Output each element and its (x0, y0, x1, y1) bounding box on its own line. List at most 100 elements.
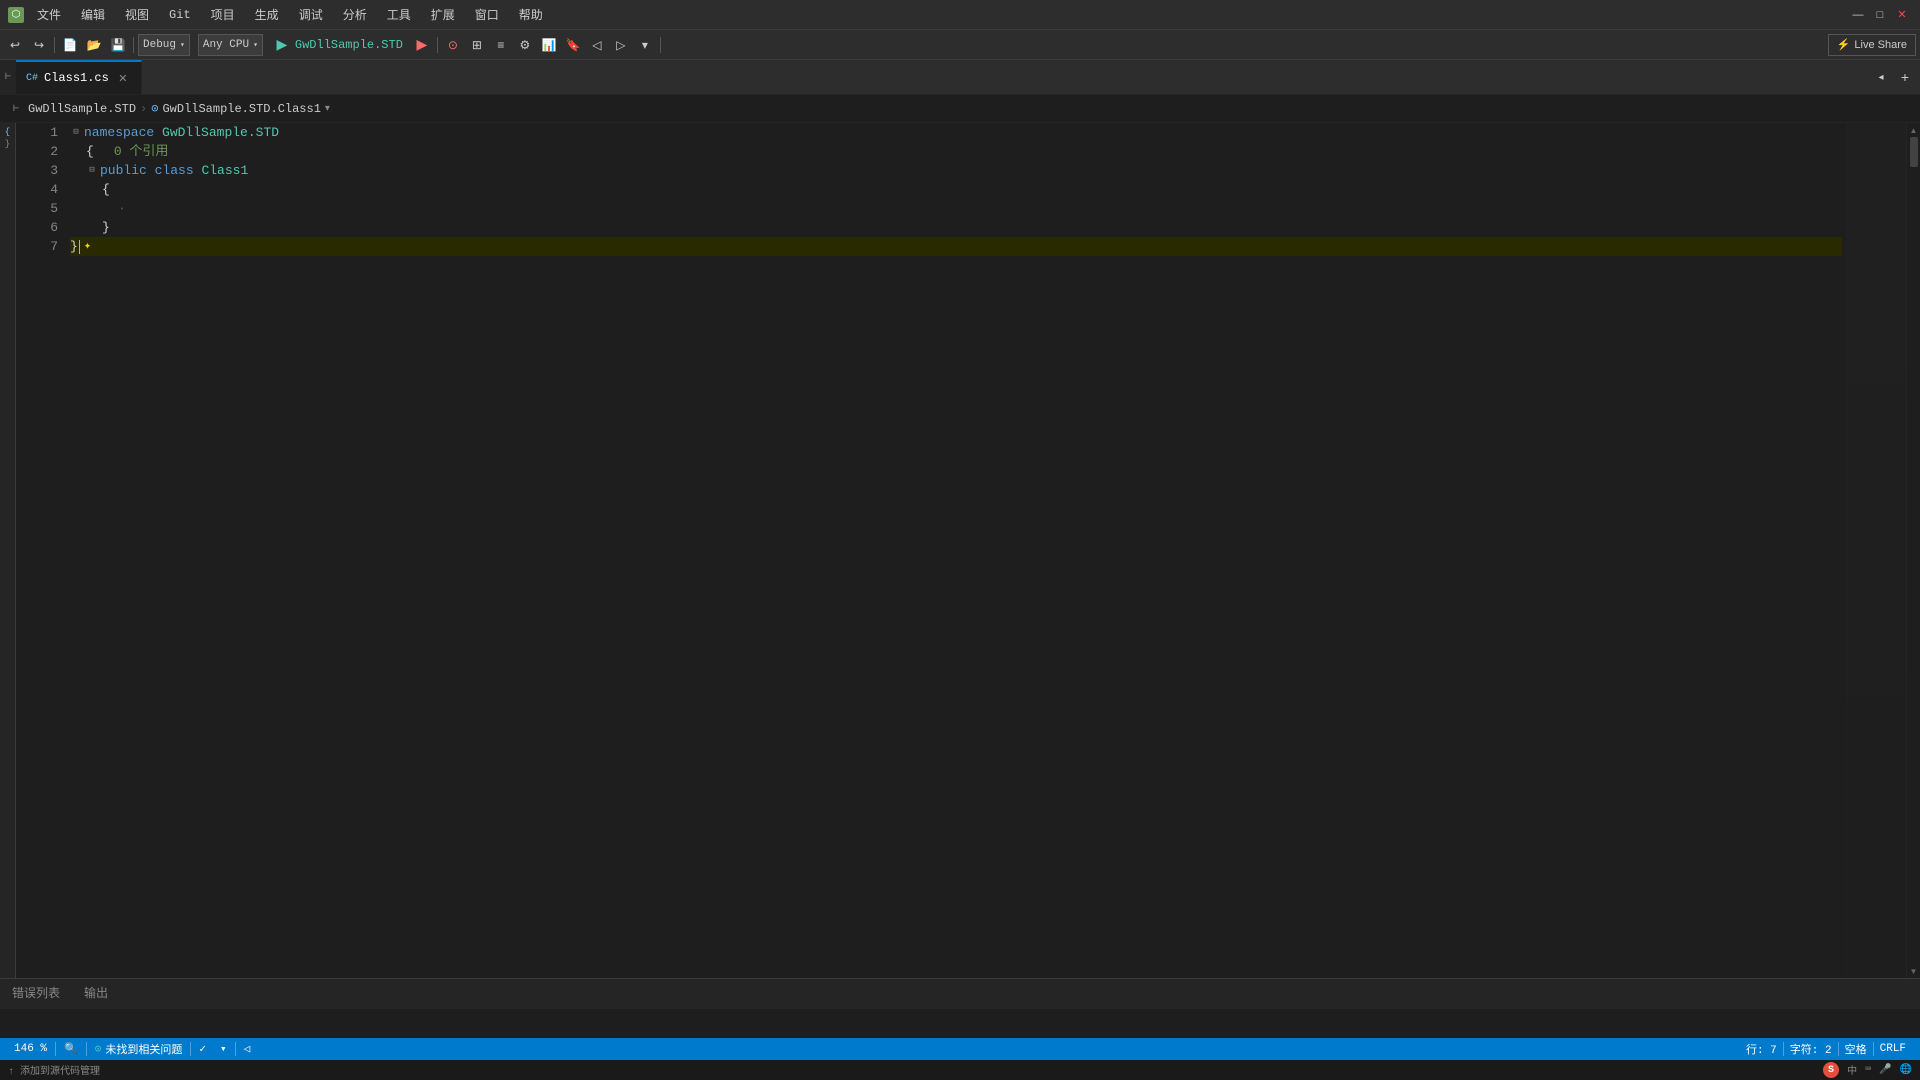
breadcrumb-project[interactable]: GwDllSample.STD (28, 102, 136, 116)
char-number-status[interactable]: 字符: 2 (1784, 1041, 1838, 1057)
cpu-config-arrow: ▾ (253, 40, 258, 50)
source-control-label[interactable]: ↑ 添加到源代码管理 (8, 1062, 100, 1078)
check-icon-btn[interactable]: ✓ (193, 1038, 212, 1060)
close-button[interactable]: ✕ (1892, 5, 1912, 25)
line-ending-status[interactable]: CRLF (1874, 1043, 1912, 1055)
menu-tools[interactable]: 工具 (380, 4, 418, 26)
bottom-panel-tabs: 错误列表 输出 (0, 978, 1920, 1008)
code-line-3: ⊟ public class Class1 (70, 161, 1842, 180)
system-tray: ↑ 添加到源代码管理 S 中 ⌨ 🎤 🌐 (0, 1060, 1920, 1080)
undo-button[interactable]: ↩ (4, 34, 26, 56)
menu-extensions[interactable]: 扩展 (424, 4, 462, 26)
line-ending-label: CRLF (1880, 1043, 1906, 1055)
zoom-icon: 🔍 (64, 1042, 78, 1056)
scroll-btn[interactable]: ◁ (238, 1038, 257, 1060)
save-button[interactable]: 💾 (107, 34, 129, 56)
bottom-tab-errors[interactable]: 错误列表 (0, 979, 72, 1008)
char-number-label: 字符: 2 (1790, 1041, 1832, 1057)
app-icon: ⬡ (8, 7, 24, 23)
scroll-up-button[interactable]: ▲ (1907, 123, 1920, 137)
no-issues-indicator[interactable]: ⊙ 未找到相关问题 (89, 1038, 189, 1060)
solution-explorer-button[interactable]: ⊞ (466, 34, 488, 56)
menu-project[interactable]: 项目 (204, 4, 242, 26)
tab-cs-icon: C# (26, 73, 38, 84)
fold-icon-1[interactable]: ⊟ (70, 127, 82, 139)
code-area[interactable]: ⊟ namespace GwDllSample.STD { 0 个引用 ⊟ pu… (66, 123, 1846, 978)
tab-close-button[interactable]: ✕ (115, 70, 131, 86)
scrollbar-thumb[interactable] (1910, 137, 1918, 167)
menu-analyze[interactable]: 分析 (336, 4, 374, 26)
editor[interactable]: 1 2 3 4 5 6 7 ⊟ namespace GwDllSample.ST… (16, 123, 1906, 978)
scrollbar-track[interactable] (1907, 137, 1920, 964)
tab-class1cs[interactable]: C# Class1.cs ✕ (16, 60, 142, 94)
code-line-7: } ✦ (70, 237, 1842, 256)
menu-help[interactable]: 帮助 (512, 4, 550, 26)
class-name-class1: Class1 (201, 161, 248, 180)
menu-window[interactable]: 窗口 (468, 4, 506, 26)
menu-edit[interactable]: 编辑 (74, 4, 112, 26)
debug-config-dropdown[interactable]: Debug ▾ (138, 34, 190, 56)
tab-bar-right: ◂ + (1866, 60, 1920, 94)
maximize-button[interactable]: □ (1870, 5, 1890, 25)
mic-icon: 🎤 (1879, 1064, 1891, 1076)
tray-mic[interactable]: 🎤 (1879, 1064, 1891, 1076)
open-brace-1: { (86, 142, 94, 161)
menu-build[interactable]: 生成 (248, 4, 286, 26)
nav-dropdown-button[interactable]: ▾ (634, 34, 656, 56)
line-numbers: 1 2 3 4 5 6 7 (16, 123, 66, 978)
scrollbar[interactable]: ▲ ▼ (1906, 123, 1920, 978)
cpu-config-dropdown[interactable]: Any CPU ▾ (198, 34, 263, 56)
toolbar-separator4 (660, 37, 661, 53)
menu-file[interactable]: 文件 (30, 4, 68, 26)
checkmark2-icon: ✓ (199, 1042, 206, 1056)
close-brace-2: } (70, 237, 78, 256)
open-button[interactable]: 📂 (83, 34, 105, 56)
tray-network[interactable]: 🌐 (1900, 1064, 1912, 1076)
bottom-tab-output[interactable]: 输出 (72, 979, 120, 1008)
fold-icon-3[interactable]: ⊟ (86, 165, 98, 177)
attach-button[interactable]: ⊙ (442, 34, 464, 56)
zoom-icon-btn[interactable]: 🔍 (58, 1038, 84, 1060)
tray-s-badge[interactable]: S (1823, 1062, 1839, 1078)
team-explorer-button[interactable]: ⚙ (514, 34, 536, 56)
run-button[interactable]: ▶ (271, 34, 293, 56)
breadcrumb-member[interactable]: GwDllSample.STD.Class1 (162, 102, 320, 116)
new-project-button[interactable]: 📄 (59, 34, 81, 56)
redo-button[interactable]: ↪ (28, 34, 50, 56)
menu-view[interactable]: 视图 (118, 4, 156, 26)
sidebar-toggle[interactable]: ⊢ (0, 60, 16, 94)
nav-back-button[interactable]: ◁ (586, 34, 608, 56)
left-sidebar-icon: { (5, 127, 10, 137)
properties-button[interactable]: ≡ (490, 34, 512, 56)
zoom-level[interactable]: 146 % (8, 1038, 53, 1060)
new-tab-button[interactable]: + (1894, 66, 1916, 88)
menu-git[interactable]: Git (162, 4, 198, 26)
open-brace-2: { (102, 180, 110, 199)
tray-keyboard[interactable]: ⌨ (1865, 1064, 1871, 1076)
run-button2[interactable]: ▶ (411, 34, 433, 56)
scroll-down-button[interactable]: ▼ (1907, 964, 1920, 978)
menu-debug[interactable]: 调试 (292, 4, 330, 26)
status-sep3 (190, 1042, 191, 1056)
indent-status[interactable]: 空格 (1839, 1041, 1873, 1057)
network-icon: 🌐 (1900, 1064, 1912, 1076)
dropdown-arrow-btn[interactable]: ▾ (214, 1038, 233, 1060)
bookmark-button[interactable]: 🔖 (562, 34, 584, 56)
zoom-value: 146 % (14, 1043, 47, 1055)
code-line-4: { (70, 180, 1842, 199)
status-right: 行: 7 字符: 2 空格 CRLF (1740, 1041, 1912, 1057)
scroll-icon: ◁ (244, 1042, 251, 1056)
status-sep4 (235, 1042, 236, 1056)
breadcrumb-dropdown-button[interactable]: ▾ (325, 103, 330, 114)
line-number-label: 行: 7 (1746, 1041, 1777, 1057)
tray-lang[interactable]: 中 (1847, 1062, 1857, 1078)
diagnostics-button[interactable]: 📊 (538, 34, 560, 56)
tab-list-button[interactable]: ◂ (1870, 66, 1892, 88)
nav-forward-button[interactable]: ▷ (610, 34, 632, 56)
code-line-2: { 0 个引用 (70, 142, 1842, 161)
line-number-status[interactable]: 行: 7 (1740, 1041, 1783, 1057)
toolbar-separator2 (133, 37, 134, 53)
code-line-6: } (70, 218, 1842, 237)
live-share-button[interactable]: ⚡ Live Share (1828, 34, 1916, 56)
minimize-button[interactable]: — (1848, 5, 1868, 25)
